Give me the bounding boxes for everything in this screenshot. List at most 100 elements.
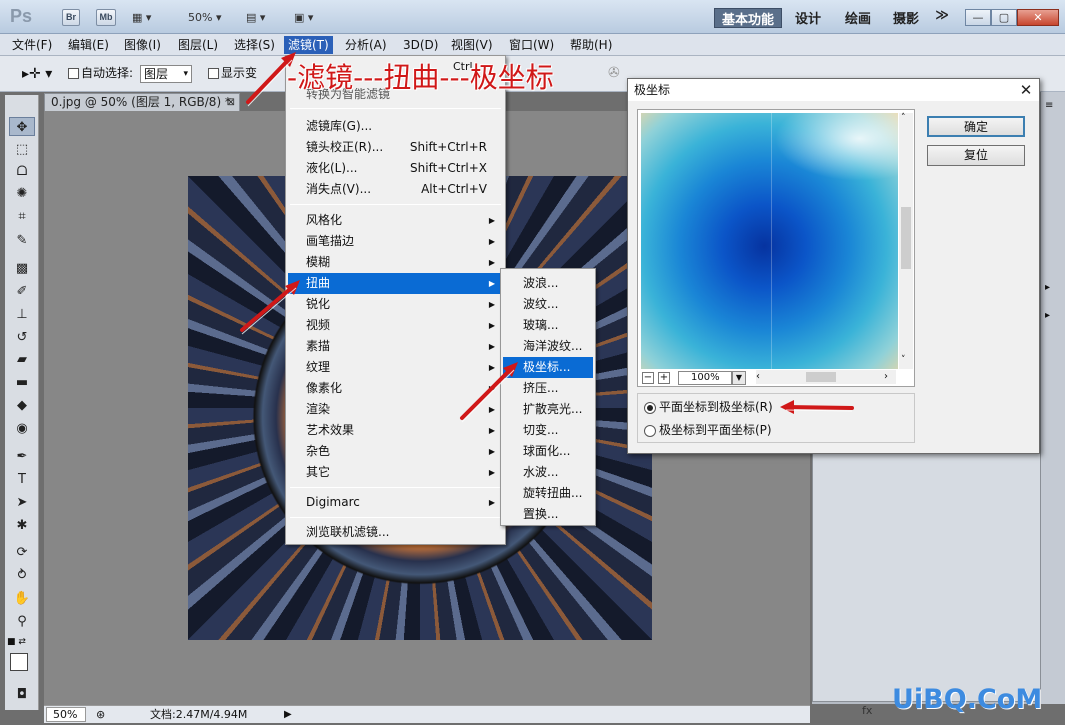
menu-analysis[interactable]: 分析(A) (341, 36, 391, 54)
view-extras-dropdown[interactable]: ▦ ▾ (132, 9, 166, 26)
workspace-photography[interactable]: 摄影 (888, 8, 924, 28)
menu-file[interactable]: 文件(F) (8, 36, 56, 54)
workspace-design[interactable]: 设计 (790, 8, 826, 28)
zoom-out-button[interactable]: − (642, 372, 654, 384)
clone-stamp-tool-icon[interactable]: ⊥ (9, 305, 35, 324)
workspace-painting[interactable]: 绘画 (840, 8, 876, 28)
menu-digimarc[interactable]: Digimarc ▶ (288, 492, 503, 513)
scroll-up-icon[interactable]: ˄ (901, 113, 906, 123)
3d-mode-icon[interactable]: ✇ (608, 65, 620, 81)
auto-select-dropdown[interactable]: 图层 ▾ (140, 65, 192, 83)
dodge-tool-icon[interactable]: ◉ (9, 419, 35, 438)
menu-view[interactable]: 视图(V) (447, 36, 497, 54)
menu-blur[interactable]: 模糊 ▶ (288, 252, 503, 273)
move-tool-preset-icon[interactable]: ▸✛ ▾ (22, 66, 52, 82)
menu-window[interactable]: 窗口(W) (505, 36, 558, 54)
submenu-zigzag[interactable]: 水波... (503, 462, 593, 483)
menu-sketch[interactable]: 素描 ▶ (288, 336, 503, 357)
filter-preview[interactable] (641, 113, 898, 369)
submenu-ocean-ripple[interactable]: 海洋波纹... (503, 336, 593, 357)
menu-edit[interactable]: 编辑(E) (64, 36, 113, 54)
crop-tool-icon[interactable]: ⌗ (9, 207, 35, 226)
mini-bridge-button[interactable]: Mb (96, 9, 116, 26)
gradient-tool-icon[interactable]: ▬ (9, 373, 35, 392)
arrange-documents-dropdown[interactable]: ▤ ▾ (246, 9, 278, 26)
menu-layer[interactable]: 图层(L) (174, 36, 222, 54)
menu-noise[interactable]: 杂色 ▶ (288, 441, 503, 462)
close-button[interactable]: ✕ (1017, 9, 1059, 26)
eyedropper-tool-icon[interactable]: ✎ (9, 231, 35, 250)
menu-artistic[interactable]: 艺术效果 ▶ (288, 420, 503, 441)
status-info-icon[interactable]: ⊛ (96, 706, 105, 723)
history-brush-tool-icon[interactable]: ↺ (9, 328, 35, 347)
menu-select[interactable]: 选择(S) (230, 36, 279, 54)
status-menu-arrow-icon[interactable]: ▶ (284, 706, 292, 723)
scroll-right-icon[interactable]: › (884, 370, 888, 383)
path-select-tool-icon[interactable]: ➤ (9, 493, 35, 512)
submenu-pinch[interactable]: 挤压... (503, 378, 593, 399)
menu-brush-strokes[interactable]: 画笔描边 ▶ (288, 231, 503, 252)
reset-button[interactable]: 复位 (927, 145, 1025, 166)
healing-brush-tool-icon[interactable]: ▩ (9, 259, 35, 278)
layer-effects-icon[interactable]: fx (862, 704, 872, 717)
menu-distort[interactable]: 扭曲 ▶ (288, 273, 503, 294)
quick-mask-icon[interactable]: ◘ (9, 685, 35, 704)
more-workspaces-button[interactable]: ≫ (930, 8, 954, 28)
menu-image[interactable]: 图像(I) (120, 36, 165, 54)
polar-to-rectangular-radio[interactable]: 极坐标到平面坐标(P) (644, 420, 772, 440)
menu-pixelate[interactable]: 像素化 ▶ (288, 378, 503, 399)
close-tab-icon[interactable]: ⊠ (227, 94, 235, 111)
foreground-color-swatch[interactable] (10, 653, 28, 671)
menu-video[interactable]: 视频 ▶ (288, 315, 503, 336)
collapse-panels-icon[interactable]: ≡ (1045, 100, 1053, 111)
marquee-tool-icon[interactable]: ⬚ (9, 140, 35, 159)
zoom-level-dropdown[interactable]: 50% ▾ (188, 9, 232, 26)
hand-tool-icon[interactable]: ✋ (9, 589, 35, 608)
pen-tool-icon[interactable]: ✒ (9, 447, 35, 466)
scroll-down-icon[interactable]: ˅ (901, 355, 906, 365)
menu-liquify[interactable]: 液化(L)... Shift+Ctrl+X (288, 158, 503, 179)
move-tool-icon[interactable]: ✥ (9, 117, 35, 136)
zoom-in-button[interactable]: + (658, 372, 670, 384)
auto-select-checkbox[interactable]: 自动选择: (68, 65, 133, 81)
document-tab[interactable]: 0.jpg @ 50% (图层 1, RGB/8) * ⊠ (44, 93, 240, 111)
preview-zoom-field[interactable]: 100% (678, 371, 732, 385)
dialog-close-icon[interactable]: ✕ (1016, 81, 1036, 99)
menu-help[interactable]: 帮助(H) (566, 36, 616, 54)
chevron-down-icon[interactable]: ▼ (732, 371, 746, 385)
menu-filter[interactable]: 滤镜(T) (284, 36, 333, 54)
scroll-left-icon[interactable]: ‹ (756, 370, 760, 383)
submenu-displace[interactable]: 置换... (503, 504, 593, 525)
maximize-button[interactable]: ▢ (991, 9, 1017, 26)
menu-3d[interactable]: 3D(D) (399, 36, 442, 54)
submenu-ripple[interactable]: 波纹... (503, 294, 593, 315)
screen-mode-dropdown[interactable]: ▣ ▾ (294, 9, 326, 26)
menu-browse-filters-online[interactable]: 浏览联机滤镜... (288, 522, 503, 543)
menu-filter-gallery[interactable]: 滤镜库(G)... (288, 116, 503, 137)
quick-select-tool-icon[interactable]: ✺ (9, 184, 35, 203)
lasso-tool-icon[interactable]: ᗝ (9, 162, 35, 181)
menu-texture[interactable]: 纹理 ▶ (288, 357, 503, 378)
minimize-button[interactable]: — (965, 9, 991, 26)
preview-vertical-scrollbar[interactable]: ˄ ˅ (899, 113, 913, 369)
show-transform-checkbox[interactable]: 显示变 (208, 65, 257, 81)
submenu-shear[interactable]: 切变... (503, 420, 593, 441)
ok-button[interactable]: 确定 (927, 116, 1025, 137)
scroll-thumb[interactable] (901, 207, 911, 269)
status-zoom-field[interactable]: 50% (46, 707, 86, 722)
menu-other[interactable]: 其它 ▶ (288, 462, 503, 483)
bridge-button[interactable]: Br (62, 9, 80, 26)
3d-orbit-tool-icon[interactable]: ⥁ (9, 566, 35, 585)
menu-vanishing-point[interactable]: 消失点(V)... Alt+Ctrl+V (288, 179, 503, 200)
menu-lens-correction[interactable]: 镜头校正(R)... Shift+Ctrl+R (288, 137, 503, 158)
panel-expand-icon[interactable]: ▸ (1045, 310, 1050, 321)
menu-stylize[interactable]: 风格化 ▶ (288, 210, 503, 231)
blur-tool-icon[interactable]: ◆ (9, 396, 35, 415)
scroll-thumb[interactable] (806, 372, 836, 382)
type-tool-icon[interactable]: T (9, 470, 35, 489)
workspace-essentials[interactable]: 基本功能 (714, 8, 782, 28)
brush-tool-icon[interactable]: ✐ (9, 282, 35, 301)
submenu-spherize[interactable]: 球面化... (503, 441, 593, 462)
default-colors-icon[interactable]: ■ ⇄ (7, 637, 26, 647)
menu-render[interactable]: 渲染 ▶ (288, 399, 503, 420)
